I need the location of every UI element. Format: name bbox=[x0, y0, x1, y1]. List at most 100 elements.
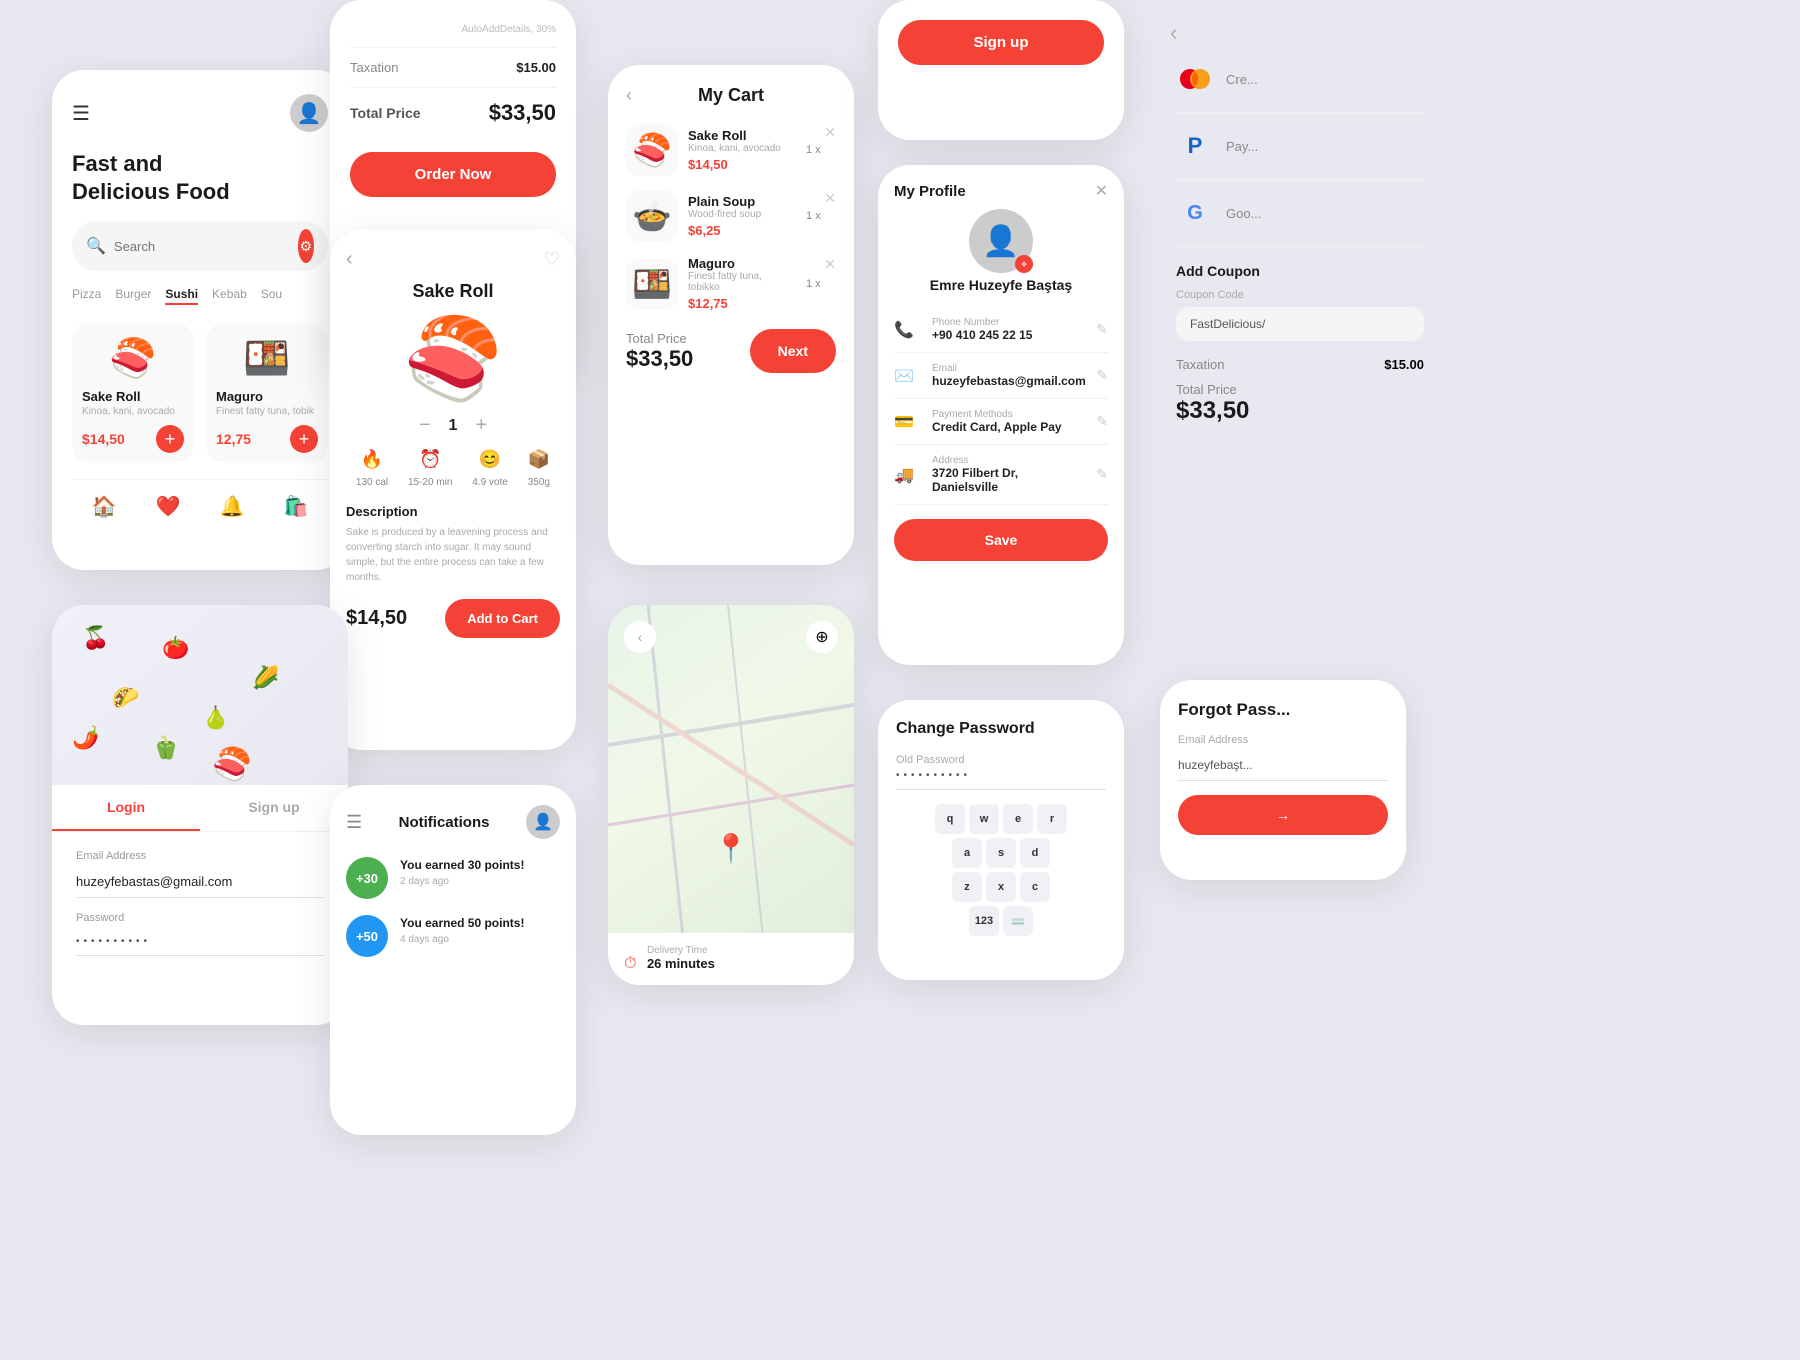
back-icon[interactable]: ‹ bbox=[346, 248, 353, 271]
map-target-button[interactable]: ⊕ bbox=[806, 621, 838, 653]
key-s[interactable]: s bbox=[986, 838, 1016, 868]
key-r[interactable]: r bbox=[1037, 804, 1067, 834]
maguro-add-button[interactable]: + bbox=[290, 425, 318, 453]
address-edit-icon[interactable]: ✎ bbox=[1096, 466, 1108, 483]
phone-value: +90 410 245 22 15 bbox=[932, 328, 1086, 342]
smile-icon: 😊 bbox=[472, 449, 508, 470]
save-button[interactable]: Save bbox=[894, 519, 1108, 561]
category-burger[interactable]: Burger bbox=[115, 287, 151, 305]
nav-notifications-icon[interactable]: 🔔 bbox=[220, 494, 245, 519]
key-a[interactable]: a bbox=[952, 838, 982, 868]
forgot-title: Forgot Pass... bbox=[1178, 700, 1388, 720]
cart-plain-soup-qty: 1 x bbox=[806, 210, 836, 222]
time-label: 15-20 min bbox=[408, 477, 452, 488]
coupon-code-input[interactable] bbox=[1190, 317, 1410, 331]
taxation-value: $15.00 bbox=[516, 60, 556, 75]
pear-icon: 🍐 bbox=[202, 705, 229, 731]
cart-total-price: $33,50 bbox=[626, 346, 693, 372]
qty-increase-button[interactable]: + bbox=[475, 414, 487, 437]
coupon-section: Add Coupon Coupon Code Taxation $15.00 T… bbox=[1160, 247, 1440, 441]
key-123[interactable]: 123 bbox=[969, 906, 999, 936]
food-item-sake-roll[interactable]: 🍣 Sake Roll Kinoa, kani, avocado $14,50 … bbox=[72, 323, 194, 463]
qty-decrease-button[interactable]: − bbox=[419, 414, 431, 437]
key-z[interactable]: z bbox=[952, 872, 982, 902]
email-input[interactable] bbox=[76, 866, 324, 898]
key-d[interactable]: d bbox=[1020, 838, 1050, 868]
key-q[interactable]: q bbox=[935, 804, 965, 834]
coupon-code-label: Coupon Code bbox=[1176, 289, 1424, 301]
notif-30-content: You earned 30 points! 2 days ago bbox=[400, 857, 524, 887]
food-item-maguro[interactable]: 🍱 Maguro Finest fatty tuna, tobik 12,75 … bbox=[206, 323, 328, 463]
category-soup[interactable]: Sou bbox=[261, 287, 282, 305]
payment-mastercard-row[interactable]: Cre... bbox=[1176, 46, 1424, 113]
vote-pill: 😊 4.9 vote bbox=[472, 449, 508, 490]
email-icon: ✉️ bbox=[894, 366, 922, 386]
hamburger-icon[interactable]: ☰ bbox=[346, 812, 362, 833]
sake-roll-price-row: $14,50 + bbox=[82, 425, 184, 453]
login-tab[interactable]: Login bbox=[52, 785, 200, 831]
taco-icon: 🌮 bbox=[112, 685, 139, 711]
hamburger-icon[interactable]: ☰ bbox=[72, 101, 90, 126]
profile-payment-row: 💳 Payment Methods Credit Card, Apple Pay… bbox=[894, 399, 1108, 445]
add-to-cart-button[interactable]: Add to Cart bbox=[445, 599, 560, 638]
payment-edit-icon[interactable]: ✎ bbox=[1096, 413, 1108, 430]
signup-button[interactable]: Sign up bbox=[898, 20, 1104, 65]
profile-close-icon[interactable]: ✕ bbox=[1095, 181, 1108, 201]
category-pizza[interactable]: Pizza bbox=[72, 287, 101, 305]
sake-roll-add-button[interactable]: + bbox=[156, 425, 184, 453]
cart-maguro-info: Maguro Finest fatty tuna, tobikko $12,75 bbox=[688, 256, 796, 311]
favorite-icon[interactable]: ♡ bbox=[544, 249, 560, 270]
key-x[interactable]: x bbox=[986, 872, 1016, 902]
payment-google-row[interactable]: G Goo... bbox=[1176, 180, 1424, 247]
email-label: Email bbox=[932, 363, 1086, 374]
payment-value: Credit Card, Apple Pay bbox=[932, 420, 1086, 434]
key-c[interactable]: c bbox=[1020, 872, 1050, 902]
keyboard-row-num: 123 ⌨️ bbox=[896, 906, 1106, 936]
password-input[interactable]: •••••••••• bbox=[76, 928, 324, 956]
payment-icon: 💳 bbox=[894, 412, 922, 432]
search-input[interactable] bbox=[114, 239, 290, 254]
corn-icon: 🌽 bbox=[252, 665, 279, 691]
cart-maguro-remove-button[interactable]: ✕ bbox=[824, 256, 836, 273]
map-back-button[interactable]: ‹ bbox=[624, 621, 656, 653]
category-sushi[interactable]: Sushi bbox=[165, 287, 198, 305]
sushi-icon: 🍣 bbox=[212, 745, 252, 783]
nav-home-icon[interactable]: 🏠 bbox=[92, 494, 117, 519]
key-e[interactable]: e bbox=[1003, 804, 1033, 834]
cart-sake-roll-remove-button[interactable]: ✕ bbox=[824, 124, 836, 141]
maguro-sub: Finest fatty tuna, tobik bbox=[216, 406, 318, 417]
cart-back-icon[interactable]: ‹ bbox=[626, 85, 632, 106]
key-w[interactable]: w bbox=[969, 804, 999, 834]
nav-cart-icon[interactable]: 🛍️ bbox=[284, 494, 309, 519]
order-now-button[interactable]: Order Now bbox=[350, 152, 556, 197]
nav-favorites-icon[interactable]: ❤️ bbox=[156, 494, 181, 519]
delivery-clock-icon: ⏱ bbox=[624, 955, 636, 972]
profile-card: My Profile ✕ 👤 + Emre Huzeyfe Baştaş 📞 P… bbox=[878, 165, 1124, 665]
profile-avatar-plus-icon[interactable]: + bbox=[1015, 255, 1033, 273]
signup-tab[interactable]: Sign up bbox=[200, 785, 348, 831]
payment-paypal-row[interactable]: P Pay... bbox=[1176, 113, 1424, 180]
key-emoji[interactable]: ⌨️ bbox=[1003, 906, 1033, 936]
forgot-send-button[interactable]: → bbox=[1178, 795, 1388, 835]
old-password-input[interactable]: •••••••••• bbox=[896, 770, 1106, 790]
category-kebab[interactable]: Kebab bbox=[212, 287, 247, 305]
cart-header: ‹ My Cart bbox=[626, 85, 836, 106]
cart-total-info: Total Price $33,50 bbox=[626, 331, 693, 372]
cart-total-label: Total Price bbox=[626, 331, 693, 346]
email-edit-icon[interactable]: ✎ bbox=[1096, 367, 1108, 384]
login-background: 🍒 🍅 🌽 🌮 🍐 🌶️ 🫑 🍣 bbox=[52, 605, 348, 785]
profile-phone-row: 📞 Phone Number +90 410 245 22 15 ✎ bbox=[894, 307, 1108, 353]
avatar[interactable]: 👤 bbox=[290, 94, 328, 132]
filter-button[interactable]: ⚙ bbox=[298, 229, 314, 263]
paypal-logo: P bbox=[1176, 127, 1214, 165]
cart-plain-soup-remove-button[interactable]: ✕ bbox=[824, 190, 836, 207]
detail-food-image: 🍣 bbox=[346, 312, 560, 406]
notifications-header: ☰ Notifications 👤 bbox=[346, 805, 560, 839]
forgot-email-input[interactable] bbox=[1178, 750, 1388, 781]
phone-edit-icon[interactable]: ✎ bbox=[1096, 321, 1108, 338]
next-button[interactable]: Next bbox=[750, 329, 836, 373]
cart-maguro-image: 🍱 bbox=[626, 258, 678, 310]
cart-plain-soup-price: $6,25 bbox=[688, 223, 796, 238]
panel-back-icon[interactable]: ‹ bbox=[1170, 20, 1177, 45]
old-password-label: Old Password bbox=[896, 754, 1106, 766]
